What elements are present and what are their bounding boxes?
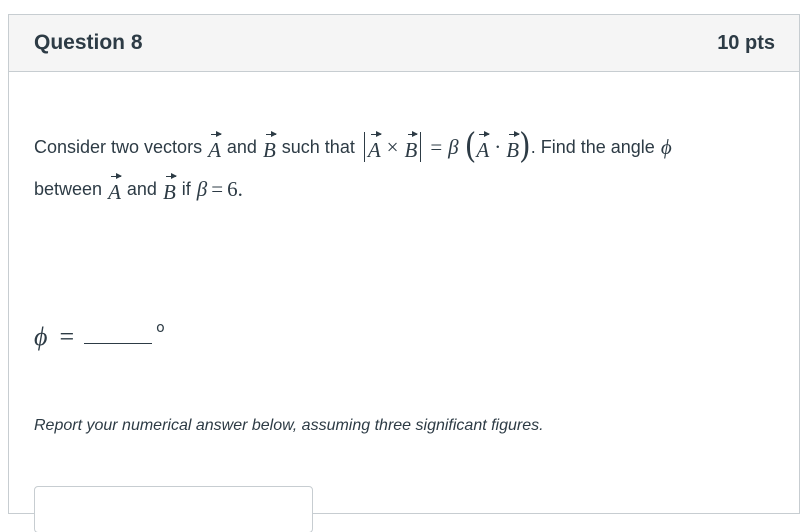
period: . [237, 176, 243, 201]
dot-sign: · [494, 134, 502, 159]
answer-phi-symbol: ϕ [34, 322, 48, 351]
prompt-line-2: between A and B if β = 6 . [34, 172, 243, 206]
prompt-text-if: if [181, 178, 191, 199]
question-points: 10 pts [717, 31, 775, 54]
phi-symbol: ϕ [660, 134, 672, 159]
prompt-text-such-that: such that [281, 136, 355, 157]
question-header: Question 8 10 pts [9, 15, 799, 72]
beta-symbol: β [448, 134, 459, 159]
times-sign: × [386, 134, 399, 159]
beta-symbol-2: β [196, 176, 208, 201]
question-card: Question 8 10 pts Consider two vectors A… [8, 14, 800, 532]
answer-equals-sign: = [59, 322, 75, 351]
prompt-text-and: and [226, 136, 257, 157]
prompt-text-consider: Consider two vectors [34, 136, 203, 157]
equals-sign: = [430, 134, 443, 159]
prompt-text-find: . Find the angle [530, 136, 655, 157]
abs-bar-left [363, 132, 365, 162]
prompt-text-between: between [34, 178, 103, 199]
vector-b: B [263, 130, 277, 163]
answer-blank-line [84, 342, 153, 344]
left-paren: ( [464, 126, 477, 167]
vector-a: A [208, 130, 222, 163]
dot-vector-a: A [476, 130, 491, 163]
instructions-text: Report your numerical answer below, assu… [34, 417, 544, 434]
prompt-text-and-2: and [126, 178, 157, 199]
answer-input[interactable] [34, 486, 313, 532]
cross-vector-b: B [405, 130, 419, 163]
question-title: Question 8 [34, 31, 143, 54]
vector-a-2: A [108, 172, 122, 205]
equals-sign-2: = [211, 176, 224, 201]
cross-vector-a: A [368, 130, 382, 163]
answer-equation: ϕ = o [34, 312, 165, 352]
abs-bar-right [420, 132, 422, 162]
beta-value: 6 [227, 176, 238, 201]
prompt-line-1: Consider two vectors A and B such that A… [34, 126, 672, 167]
dot-vector-b: B [506, 130, 520, 163]
right-paren: ) [519, 126, 531, 167]
vector-b-2: B [163, 172, 177, 205]
degree-symbol: o [156, 320, 165, 336]
